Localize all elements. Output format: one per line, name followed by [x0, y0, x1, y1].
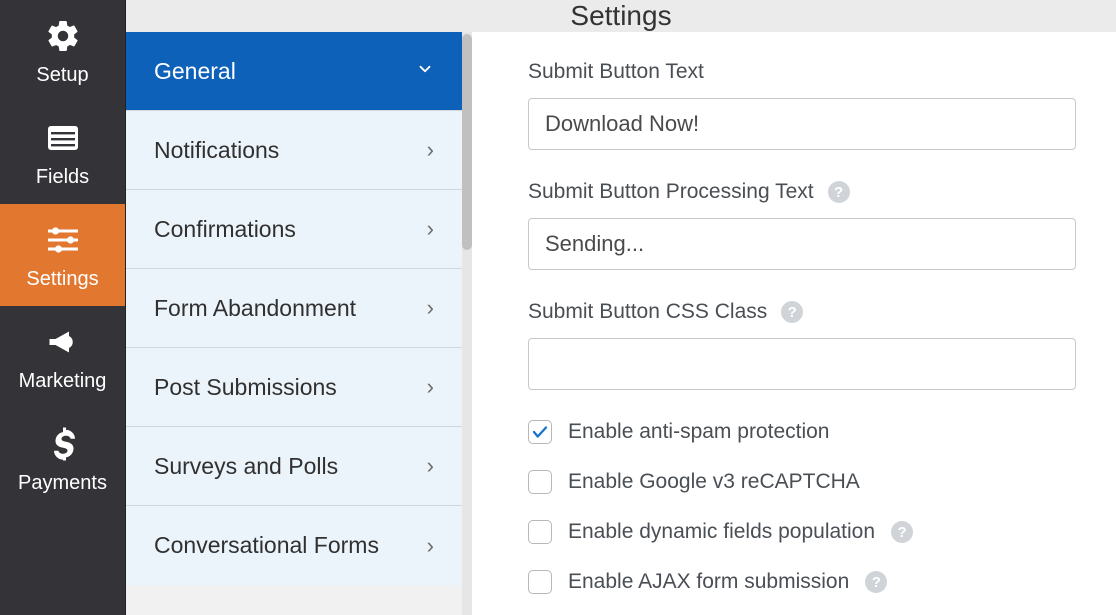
nav-item-payments[interactable]: Payments — [0, 408, 125, 510]
help-icon[interactable]: ? — [781, 301, 803, 323]
subnav-item-general[interactable]: General — [126, 32, 462, 111]
app-root: Setup Fields Settings Marketing Payments — [0, 0, 1116, 615]
subnav-label: Notifications — [154, 137, 279, 164]
checkbox-row-recaptcha[interactable]: Enable Google v3 reCAPTCHA — [528, 470, 1076, 494]
settings-subnav-list: General Notifications › Confirmations › — [126, 32, 462, 585]
subnav-label: Post Submissions — [154, 374, 337, 401]
chevron-right-icon: › — [427, 374, 434, 400]
checkbox[interactable] — [528, 570, 552, 594]
checkbox-row-ajax[interactable]: Enable AJAX form submission ? — [528, 570, 1076, 594]
subnav-item-surveys-polls[interactable]: Surveys and Polls › — [126, 427, 462, 506]
field-processing-text: Submit Button Processing Text ? — [528, 180, 1076, 270]
field-label: Submit Button Processing Text ? — [528, 180, 1076, 204]
nav-item-settings[interactable]: Settings — [0, 204, 125, 306]
checkbox-group: Enable anti-spam protection Enable Googl… — [528, 420, 1076, 594]
subnav-label: Surveys and Polls — [154, 453, 338, 480]
checkbox-label: Enable Google v3 reCAPTCHA — [568, 470, 860, 494]
chevron-right-icon: › — [427, 295, 434, 321]
list-icon — [43, 118, 83, 158]
checkbox-label: Enable anti-spam protection — [568, 420, 830, 444]
help-icon[interactable]: ? — [865, 571, 887, 593]
primary-nav: Setup Fields Settings Marketing Payments — [0, 0, 126, 615]
chevron-right-icon: › — [427, 216, 434, 242]
submit-button-text-input[interactable] — [528, 98, 1076, 150]
subnav-item-post-submissions[interactable]: Post Submissions › — [126, 348, 462, 427]
scrollbar-thumb[interactable] — [462, 34, 472, 250]
css-class-input[interactable] — [528, 338, 1076, 390]
dollar-icon — [43, 424, 83, 464]
bullhorn-icon — [43, 322, 83, 362]
subnav-item-form-abandonment[interactable]: Form Abandonment › — [126, 269, 462, 348]
subnav-item-conversational-forms[interactable]: Conversational Forms › — [126, 506, 462, 585]
chevron-right-icon: › — [427, 453, 434, 479]
nav-label: Payments — [18, 472, 107, 495]
chevron-right-icon: › — [427, 137, 434, 163]
nav-label: Fields — [36, 166, 89, 189]
subnav-label: Form Abandonment — [154, 295, 356, 322]
checkbox[interactable] — [528, 420, 552, 444]
content-below: General Notifications › Confirmations › — [126, 32, 1116, 615]
nav-label: Marketing — [19, 370, 107, 393]
checkbox-label: Enable dynamic fields population — [568, 520, 875, 544]
field-label: Submit Button Text — [528, 60, 1076, 84]
processing-text-input[interactable] — [528, 218, 1076, 270]
subnav-scrollbar[interactable] — [462, 32, 472, 615]
field-css-class: Submit Button CSS Class ? — [528, 300, 1076, 390]
checkbox[interactable] — [528, 520, 552, 544]
settings-subnav: General Notifications › Confirmations › — [126, 32, 472, 615]
nav-item-setup[interactable]: Setup — [0, 0, 125, 102]
sliders-icon — [43, 220, 83, 260]
gear-icon — [43, 16, 83, 56]
checkbox-row-antispam[interactable]: Enable anti-spam protection — [528, 420, 1076, 444]
nav-item-fields[interactable]: Fields — [0, 102, 125, 204]
nav-item-marketing[interactable]: Marketing — [0, 306, 125, 408]
checkbox-row-dynamic-fields[interactable]: Enable dynamic fields population ? — [528, 520, 1076, 544]
annotation-arrow — [1092, 147, 1116, 377]
page-title: Settings — [126, 0, 1116, 32]
chevron-down-icon — [416, 58, 434, 84]
subnav-label: Confirmations — [154, 216, 296, 243]
nav-label: Setup — [36, 64, 88, 87]
main-panel: Submit Button Text Submit Button Process… — [472, 32, 1116, 615]
subnav-item-notifications[interactable]: Notifications › — [126, 111, 462, 190]
field-submit-button-text: Submit Button Text — [528, 60, 1076, 150]
chevron-right-icon: › — [427, 533, 434, 559]
help-icon[interactable]: ? — [828, 181, 850, 203]
content-wrap: Settings General Notifications › — [126, 0, 1116, 615]
nav-label: Settings — [26, 268, 98, 291]
subnav-item-confirmations[interactable]: Confirmations › — [126, 190, 462, 269]
help-icon[interactable]: ? — [891, 521, 913, 543]
checkbox[interactable] — [528, 470, 552, 494]
checkbox-label: Enable AJAX form submission — [568, 570, 849, 594]
field-label: Submit Button CSS Class ? — [528, 300, 1076, 324]
subnav-label: Conversational Forms — [154, 532, 379, 559]
subnav-label: General — [154, 58, 236, 85]
